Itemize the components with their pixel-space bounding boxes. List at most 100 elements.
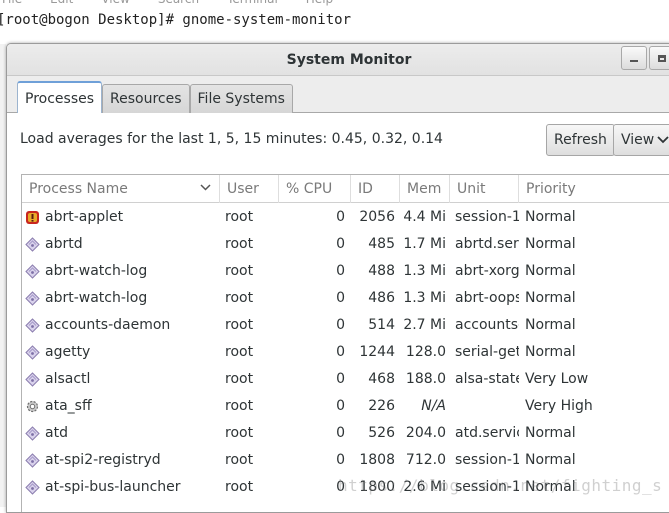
cell-cpu: 0 xyxy=(336,479,345,495)
column-header-user[interactable]: User xyxy=(219,175,278,203)
cell-cpu: 0 xyxy=(336,371,345,387)
terminal-menu-item[interactable]: Edit xyxy=(50,0,73,6)
cell-mem: 712.0 xyxy=(405,452,446,468)
column-header-label: Mem xyxy=(407,181,442,197)
column-header-id[interactable]: ID xyxy=(350,175,399,203)
column-header-mem[interactable]: Mem xyxy=(399,175,449,203)
cell-mem: 204.0 xyxy=(405,425,446,441)
cell-unit: alsa-state xyxy=(455,371,519,387)
window-title: System Monitor xyxy=(286,52,412,68)
terminal-menubar: File Edit View Search Terminal Help xyxy=(0,0,669,6)
chevron-down-icon xyxy=(657,127,669,157)
table-header: Process Name User % CPU ID Mem Unit Prio… xyxy=(22,175,669,203)
terminal-menu-item[interactable]: Search xyxy=(158,0,199,6)
minimize-button[interactable] xyxy=(621,46,647,70)
terminal-menu-item[interactable]: File xyxy=(2,0,22,6)
cell-unit: abrt-oops xyxy=(455,290,519,306)
terminal-menu-item[interactable]: Terminal xyxy=(227,0,278,6)
diamond-process-icon xyxy=(25,453,40,468)
column-header-unit[interactable]: Unit xyxy=(449,175,518,203)
alert-app-icon xyxy=(25,210,40,225)
terminal-command-line: [root@bogon Desktop]# gnome-system-monit… xyxy=(0,12,352,28)
cell-user: root xyxy=(225,479,254,495)
table-row[interactable]: agetty root 0 1244 128.0 serial-get Normal xyxy=(22,339,669,366)
cell-priority: Normal xyxy=(525,263,576,279)
cell-name: at-spi2-registryd xyxy=(45,452,161,468)
cell-id: 468 xyxy=(368,371,395,387)
table-row[interactable]: ata_sff root 0 226 N/A Very High xyxy=(22,393,669,420)
cell-id: 1244 xyxy=(359,344,395,360)
cell-name: ata_sff xyxy=(45,398,92,414)
cell-user: root xyxy=(225,371,254,387)
column-header-process-name[interactable]: Process Name xyxy=(22,175,219,203)
column-header-label: User xyxy=(227,181,259,197)
diamond-process-icon xyxy=(25,372,40,387)
cell-cpu: 0 xyxy=(336,398,345,414)
cell-unit: accounts- xyxy=(455,317,519,333)
maximize-icon xyxy=(658,54,666,62)
cell-cpu: 0 xyxy=(336,263,345,279)
window-titlebar[interactable]: System Monitor xyxy=(7,44,669,76)
cell-name: atd xyxy=(45,425,68,441)
process-table[interactable]: Process Name User % CPU ID Mem Unit Prio… xyxy=(21,174,669,512)
cell-cpu: 0 xyxy=(336,236,345,252)
view-menu-button[interactable]: View xyxy=(613,124,669,156)
cell-priority: Normal xyxy=(525,209,576,225)
maximize-button[interactable] xyxy=(649,46,669,70)
cell-name: abrt-watch-log xyxy=(45,290,148,306)
cell-priority: Normal xyxy=(525,290,576,306)
column-header-label: Process Name xyxy=(29,181,128,197)
cell-mem: 128.0 xyxy=(405,344,446,360)
cell-priority: Very High xyxy=(525,398,593,414)
load-averages-label: Load averages for the last 1, 5, 15 minu… xyxy=(20,131,443,147)
cell-user: root xyxy=(225,263,254,279)
cell-cpu: 0 xyxy=(336,344,345,360)
column-header-priority[interactable]: Priority xyxy=(518,175,668,203)
cell-unit xyxy=(455,393,519,420)
diamond-process-icon xyxy=(25,318,40,333)
cell-name: agetty xyxy=(45,344,91,360)
cell-unit: serial-get xyxy=(455,344,519,360)
table-row[interactable]: abrtd root 0 485 1.7 Mi abrtd.serv Normal xyxy=(22,231,669,258)
table-row[interactable]: alsactl root 0 468 188.0 alsa-state Very Low xyxy=(22,366,669,393)
cell-mem: N/A xyxy=(421,398,446,414)
diamond-process-icon xyxy=(25,345,40,360)
cell-priority: Normal xyxy=(525,344,576,360)
table-row[interactable]: atd root 0 526 204.0 atd.servic Normal xyxy=(22,420,669,447)
cell-user: root xyxy=(225,398,254,414)
terminal-menu-item[interactable]: View xyxy=(101,0,129,6)
gear-process-icon xyxy=(25,399,40,414)
cell-name: accounts-daemon xyxy=(45,317,171,333)
cell-priority: Normal xyxy=(525,452,576,468)
cell-mem: 4.4 Mi xyxy=(403,209,446,225)
cell-priority: Normal xyxy=(525,425,576,441)
cell-user: root xyxy=(225,344,254,360)
refresh-button[interactable]: Refresh xyxy=(546,124,615,156)
tab-processes[interactable]: Processes xyxy=(17,81,103,113)
cell-cpu: 0 xyxy=(336,317,345,333)
table-row[interactable]: abrt-watch-log root 0 486 1.3 Mi abrt-oops Nor… xyxy=(22,285,669,312)
cell-cpu: 0 xyxy=(336,209,345,225)
window-controls xyxy=(619,46,669,70)
tab-resources[interactable]: Resources xyxy=(102,84,190,113)
cell-name: alsactl xyxy=(45,371,91,387)
cell-mem: 188.0 xyxy=(405,371,446,387)
table-row[interactable]: abrt-applet root 0 2056 4.4 Mi session-1 Norma… xyxy=(22,204,669,231)
table-row[interactable]: accounts-daemon root 0 514 2.7 Mi accounts- No… xyxy=(22,312,669,339)
cell-mem: 1.7 Mi xyxy=(403,236,446,252)
table-row[interactable]: abrt-watch-log root 0 488 1.3 Mi abrt-xorg Nor… xyxy=(22,258,669,285)
table-row[interactable]: at-spi2-registryd root 0 1808 712.0 session-1… xyxy=(22,447,669,474)
cell-mem: 2.7 Mi xyxy=(403,317,446,333)
cell-id: 485 xyxy=(368,236,395,252)
diamond-process-icon xyxy=(25,237,40,252)
cell-user: root xyxy=(225,290,254,306)
tab-file-systems[interactable]: File Systems xyxy=(189,84,293,113)
cell-id: 1808 xyxy=(359,452,395,468)
cell-mem: 1.3 Mi xyxy=(403,290,446,306)
system-monitor-window: System Monitor Processes Resources File … xyxy=(6,43,669,513)
cell-id: 526 xyxy=(368,425,395,441)
watermark-text: https://blog.csdn.net/fighting_s xyxy=(338,476,663,495)
terminal-menu-item[interactable]: Help xyxy=(306,0,333,6)
minimize-icon xyxy=(630,60,638,62)
column-header-cpu[interactable]: % CPU xyxy=(278,175,350,203)
